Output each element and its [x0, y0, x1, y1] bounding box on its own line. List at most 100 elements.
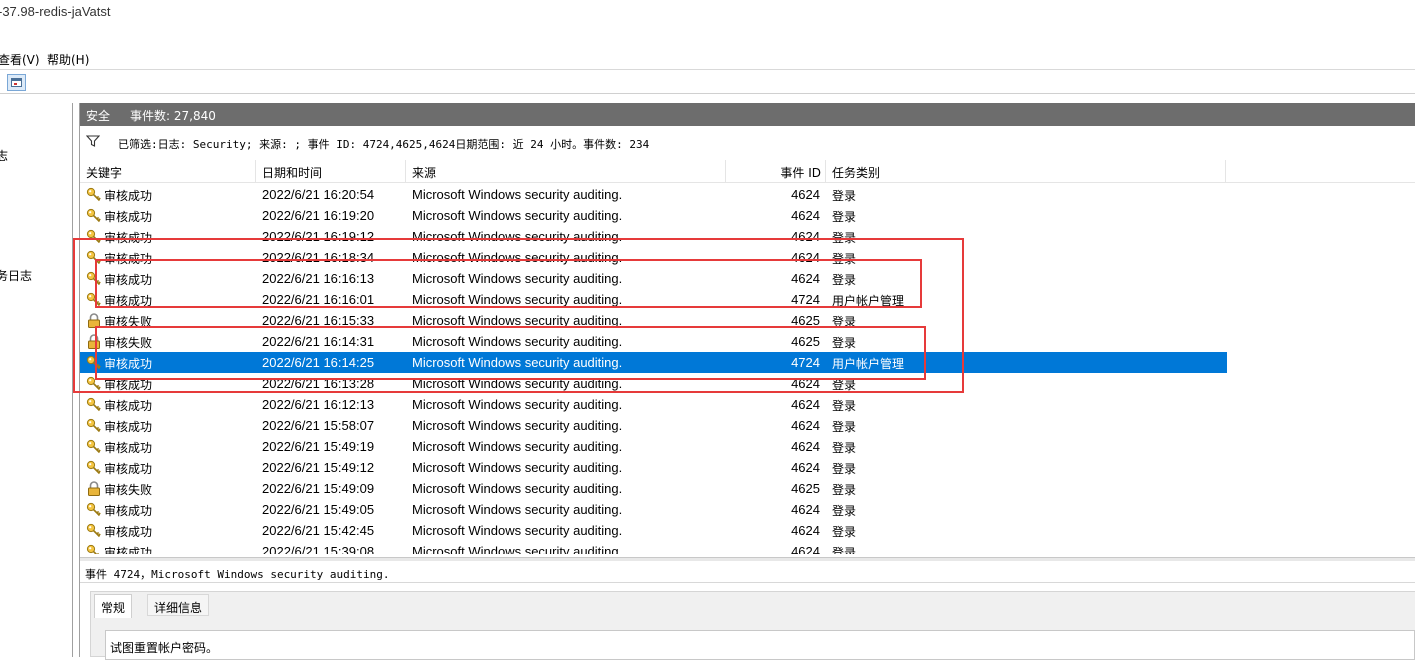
event-description: 试图重置帐户密码。 [110, 641, 219, 655]
tree-item-log[interactable]: 志 [0, 147, 8, 164]
key-icon [86, 229, 102, 244]
table-row[interactable]: 审核成功 2022/6/21 15:39:08 Microsoft Windows … [80, 541, 1227, 554]
cell-source: Microsoft Windows security auditing. [412, 334, 623, 349]
cell-task-category: 登录 [832, 462, 857, 476]
lock-icon [86, 481, 102, 496]
cell-task-category: 登录 [832, 315, 857, 329]
cell-task-category: 登录 [832, 189, 857, 203]
cell-task-category: 用户帐户管理 [832, 294, 905, 308]
cell-keyword: 审核成功 [104, 357, 153, 371]
table-row[interactable]: 审核成功 2022/6/21 16:19:20 Microsoft Windows … [80, 205, 1227, 226]
table-row[interactable]: 审核成功 2022/6/21 16:18:34 Microsoft Windows … [80, 247, 1227, 268]
cell-datetime: 2022/6/21 15:49:19 [262, 439, 375, 454]
table-row[interactable]: 审核失败 2022/6/21 16:15:33 Microsoft Windows … [80, 310, 1227, 331]
cell-keyword: 审核成功 [104, 462, 153, 476]
cell-event-id: 4724 [791, 355, 820, 370]
table-row[interactable]: 审核失败 2022/6/21 16:14:31 Microsoft Windows … [80, 331, 1227, 352]
log-name: 安全 [86, 109, 111, 123]
cell-task-category: 登录 [832, 441, 857, 455]
cell-datetime: 2022/6/21 15:49:09 [262, 481, 375, 496]
cell-datetime: 2022/6/21 15:39:08 [262, 544, 375, 554]
cell-keyword: 审核成功 [104, 504, 153, 518]
pane-splitter[interactable] [80, 557, 1415, 561]
column-headers: 关键字 日期和时间 来源 事件 ID 任务类别 [80, 160, 1415, 183]
cell-keyword: 审核成功 [104, 546, 153, 554]
column-datetime[interactable]: 日期和时间 [256, 160, 406, 183]
table-row[interactable]: 审核成功 2022/6/21 15:58:07 Microsoft Windows … [80, 415, 1227, 436]
cell-datetime: 2022/6/21 16:12:13 [262, 397, 375, 412]
cell-keyword: 审核成功 [104, 189, 153, 203]
key-icon [86, 187, 102, 202]
column-source[interactable]: 来源 [406, 160, 726, 183]
cell-keyword: 审核成功 [104, 399, 153, 413]
cell-datetime: 2022/6/21 15:58:07 [262, 418, 375, 433]
cell-event-id: 4625 [791, 481, 820, 496]
log-header: 安全 事件数: 27,840 [80, 103, 1415, 126]
cell-task-category: 登录 [832, 210, 857, 224]
funnel-icon [86, 135, 100, 147]
table-row[interactable]: 审核成功 2022/6/21 15:49:12 Microsoft Windows … [80, 457, 1227, 478]
table-row[interactable]: 审核成功 2022/6/21 16:19:12 Microsoft Windows … [80, 226, 1227, 247]
cell-source: Microsoft Windows security auditing. [412, 397, 623, 412]
cell-keyword: 审核成功 [104, 252, 153, 266]
tab-details[interactable]: 详细信息 [147, 594, 210, 616]
event-description-box: 试图重置帐户密码。 [105, 630, 1415, 660]
cell-event-id: 4624 [791, 460, 820, 475]
cell-task-category: 登录 [832, 483, 857, 497]
event-count: 事件数: 27,840 [130, 109, 216, 123]
cell-source: Microsoft Windows security auditing. [412, 439, 623, 454]
table-row[interactable]: 审核成功 2022/6/21 15:42:45 Microsoft Windows … [80, 520, 1227, 541]
show-hide-pane-icon[interactable] [7, 74, 26, 91]
cell-event-id: 4624 [791, 502, 820, 517]
column-task-category[interactable]: 任务类别 [826, 160, 1226, 183]
cell-source: Microsoft Windows security auditing. [412, 250, 623, 265]
table-row[interactable]: 审核成功 2022/6/21 16:14:25 Microsoft Windows … [80, 352, 1227, 373]
key-icon [86, 544, 102, 554]
key-icon [86, 502, 102, 517]
key-icon [86, 292, 102, 307]
key-icon [86, 397, 102, 412]
menu-view[interactable]: 查看(V) [0, 51, 40, 68]
cell-event-id: 4625 [791, 313, 820, 328]
key-icon [86, 208, 102, 223]
cell-event-id: 4624 [791, 271, 820, 286]
tree-item-service-log[interactable]: 务日志 [0, 267, 32, 284]
column-keyword[interactable]: 关键字 [80, 160, 256, 183]
window-title-bar: -37.98-redis-jaVatst [0, 0, 1415, 46]
key-icon [86, 460, 102, 475]
table-row[interactable]: 审核成功 2022/6/21 16:13:28 Microsoft Windows … [80, 373, 1227, 394]
table-row[interactable]: 审核成功 2022/6/21 16:20:54 Microsoft Windows … [80, 184, 1227, 205]
cell-datetime: 2022/6/21 16:20:54 [262, 187, 375, 202]
cell-datetime: 2022/6/21 16:16:13 [262, 271, 375, 286]
table-row[interactable]: 审核成功 2022/6/21 15:49:05 Microsoft Windows … [80, 499, 1227, 520]
table-row[interactable]: 审核成功 2022/6/21 16:12:13 Microsoft Windows … [80, 394, 1227, 415]
cell-source: Microsoft Windows security auditing. [412, 418, 623, 433]
table-row[interactable]: 审核成功 2022/6/21 16:16:01 Microsoft Windows … [80, 289, 1227, 310]
cell-source: Microsoft Windows security auditing. [412, 376, 623, 391]
table-row[interactable]: 审核成功 2022/6/21 16:16:13 Microsoft Windows … [80, 268, 1227, 289]
cell-keyword: 审核成功 [104, 378, 153, 392]
cell-source: Microsoft Windows security auditing. [412, 502, 623, 517]
cell-keyword: 审核成功 [104, 231, 153, 245]
tab-general[interactable]: 常规 [94, 594, 133, 618]
cell-event-id: 4624 [791, 229, 820, 244]
lock-icon [86, 313, 102, 328]
cell-datetime: 2022/6/21 16:14:25 [262, 355, 375, 370]
column-event-id[interactable]: 事件 ID [726, 160, 826, 183]
table-row[interactable]: 审核成功 2022/6/21 15:49:19 Microsoft Windows … [80, 436, 1227, 457]
cell-task-category: 用户帐户管理 [832, 357, 905, 371]
event-pane: 安全 事件数: 27,840 已筛选:日志: Security; 来源: ; 事… [79, 103, 1415, 660]
cell-source: Microsoft Windows security auditing. [412, 271, 623, 286]
key-icon [86, 355, 102, 370]
menu-help[interactable]: 帮助(H) [47, 51, 89, 68]
table-row[interactable]: 审核失败 2022/6/21 15:49:09 Microsoft Windows … [80, 478, 1227, 499]
cell-keyword: 审核成功 [104, 525, 153, 539]
key-icon [86, 523, 102, 538]
cell-datetime: 2022/6/21 16:19:12 [262, 229, 375, 244]
navigation-tree: 志 务日志 [0, 103, 73, 657]
cell-keyword: 审核成功 [104, 273, 153, 287]
cell-task-category: 登录 [832, 399, 857, 413]
key-icon [86, 376, 102, 391]
cell-datetime: 2022/6/21 15:49:05 [262, 502, 375, 517]
cell-source: Microsoft Windows security auditing. [412, 544, 623, 554]
